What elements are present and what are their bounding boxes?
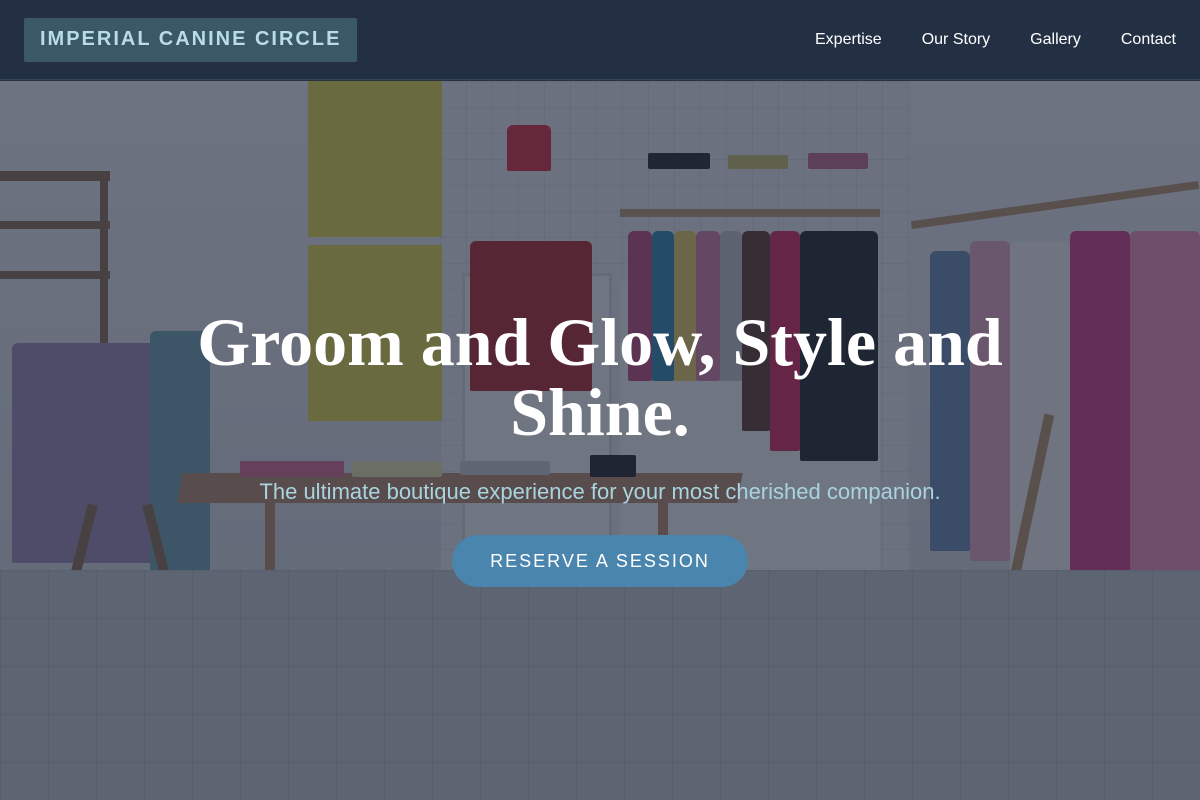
hero-subline: The ultimate boutique experience for you… xyxy=(259,479,941,504)
nav-link-gallery[interactable]: Gallery xyxy=(1030,31,1081,49)
nav-link-contact[interactable]: Contact xyxy=(1121,31,1176,49)
hero-content: Groom and Glow, Style and Shine. The ult… xyxy=(0,81,1200,800)
reserve-session-button[interactable]: RESERVE A SESSION xyxy=(452,535,748,587)
hero-headline: Groom and Glow, Style and Shine. xyxy=(197,304,1003,450)
nav-link-our-story[interactable]: Our Story xyxy=(922,31,990,49)
site-header: IMPERIAL CANINE CIRCLE Expertise Our Sto… xyxy=(0,0,1200,80)
nav-link-expertise[interactable]: Expertise xyxy=(815,31,882,49)
main-nav: Expertise Our Story Gallery Contact xyxy=(815,31,1176,49)
site-logo[interactable]: IMPERIAL CANINE CIRCLE xyxy=(24,17,358,62)
